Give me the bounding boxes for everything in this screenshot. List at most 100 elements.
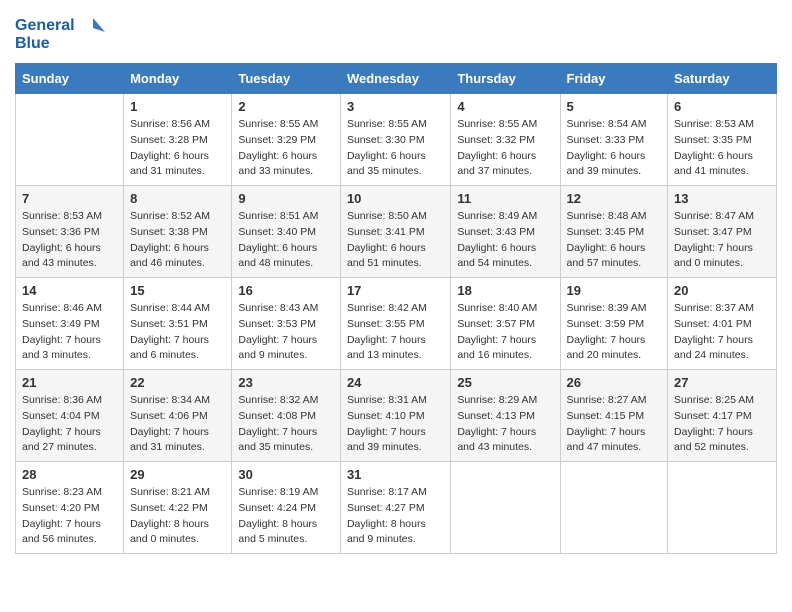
day-number: 11: [457, 191, 553, 206]
calendar-day-cell: 31 Sunrise: 8:17 AMSunset: 4:27 PMDayligh…: [340, 462, 450, 554]
day-info: Sunrise: 8:54 AMSunset: 3:33 PMDaylight:…: [567, 117, 662, 180]
day-number: 30: [238, 467, 334, 482]
day-info: Sunrise: 8:37 AMSunset: 4:01 PMDaylight:…: [674, 301, 770, 364]
calendar-day-cell: 30 Sunrise: 8:19 AMSunset: 4:24 PMDayligh…: [232, 462, 341, 554]
calendar-week-row: 28 Sunrise: 8:23 AMSunset: 4:20 PMDayligh…: [16, 462, 777, 554]
day-of-week-header: Sunday: [16, 64, 124, 94]
day-number: 7: [22, 191, 117, 206]
day-number: 1: [130, 99, 225, 114]
calendar-day-cell: 4Sunrise: 8:55 AMSunset: 3:32 PMDaylight…: [451, 94, 560, 186]
day-number: 22: [130, 375, 225, 390]
day-info: Sunrise: 8:48 AMSunset: 3:45 PMDaylight:…: [567, 209, 662, 272]
day-info: Sunrise: 8:19 AMSunset: 4:24 PMDaylight:…: [238, 485, 334, 548]
calendar-day-cell: 18 Sunrise: 8:40 AMSunset: 3:57 PMDayligh…: [451, 278, 560, 370]
day-number: 23: [238, 375, 334, 390]
calendar-day-cell: 29 Sunrise: 8:21 AMSunset: 4:22 PMDayligh…: [124, 462, 232, 554]
calendar-day-cell: [560, 462, 668, 554]
day-number: 14: [22, 283, 117, 298]
page-header: General Blue: [15, 10, 777, 55]
day-info: Sunrise: 8:53 AMSunset: 3:35 PMDaylight:…: [674, 117, 770, 180]
day-info: Sunrise: 8:27 AMSunset: 4:15 PMDaylight:…: [567, 393, 662, 456]
header-row: SundayMondayTuesdayWednesdayThursdayFrid…: [16, 64, 777, 94]
day-number: 4: [457, 99, 553, 114]
day-info: Sunrise: 8:56 AMSunset: 3:28 PMDaylight:…: [130, 117, 225, 180]
calendar-week-row: 1 Sunrise: 8:56 AMSunset: 3:28 PMDaylight…: [16, 94, 777, 186]
day-of-week-header: Saturday: [668, 64, 777, 94]
day-number: 29: [130, 467, 225, 482]
day-of-week-header: Thursday: [451, 64, 560, 94]
day-info: Sunrise: 8:55 AMSunset: 3:30 PMDaylight:…: [347, 117, 444, 180]
svg-text:General: General: [15, 17, 75, 34]
calendar-day-cell: 22Sunrise: 8:34 AMSunset: 4:06 PMDayligh…: [124, 370, 232, 462]
day-number: 13: [674, 191, 770, 206]
calendar-day-cell: 23 Sunrise: 8:32 AMSunset: 4:08 PMDayligh…: [232, 370, 341, 462]
calendar-table: SundayMondayTuesdayWednesdayThursdayFrid…: [15, 63, 777, 554]
day-of-week-header: Tuesday: [232, 64, 341, 94]
day-number: 17: [347, 283, 444, 298]
day-number: 25: [457, 375, 553, 390]
calendar-day-cell: [451, 462, 560, 554]
day-info: Sunrise: 8:43 AMSunset: 3:53 PMDaylight:…: [238, 301, 334, 364]
day-number: 19: [567, 283, 662, 298]
day-number: 18: [457, 283, 553, 298]
calendar-day-cell: 13 Sunrise: 8:47 AMSunset: 3:47 PMDayligh…: [668, 186, 777, 278]
day-number: 9: [238, 191, 334, 206]
day-of-week-header: Monday: [124, 64, 232, 94]
calendar-day-cell: 24Sunrise: 8:31 AMSunset: 4:10 PMDayligh…: [340, 370, 450, 462]
day-number: 5: [567, 99, 662, 114]
day-number: 16: [238, 283, 334, 298]
day-info: Sunrise: 8:46 AMSunset: 3:49 PMDaylight:…: [22, 301, 117, 364]
calendar-day-cell: 6Sunrise: 8:53 AMSunset: 3:35 PMDaylight…: [668, 94, 777, 186]
calendar-day-cell: 8 Sunrise: 8:52 AMSunset: 3:38 PMDaylight…: [124, 186, 232, 278]
day-info: Sunrise: 8:29 AMSunset: 4:13 PMDaylight:…: [457, 393, 553, 456]
calendar-week-row: 7 Sunrise: 8:53 AMSunset: 3:36 PMDaylight…: [16, 186, 777, 278]
day-info: Sunrise: 8:25 AMSunset: 4:17 PMDaylight:…: [674, 393, 770, 456]
day-info: Sunrise: 8:47 AMSunset: 3:47 PMDaylight:…: [674, 209, 770, 272]
calendar-day-cell: 27Sunrise: 8:25 AMSunset: 4:17 PMDayligh…: [668, 370, 777, 462]
day-info: Sunrise: 8:32 AMSunset: 4:08 PMDaylight:…: [238, 393, 334, 456]
calendar-day-cell: 10 Sunrise: 8:50 AMSunset: 3:41 PMDayligh…: [340, 186, 450, 278]
calendar-day-cell: 19 Sunrise: 8:39 AMSunset: 3:59 PMDayligh…: [560, 278, 668, 370]
day-info: Sunrise: 8:39 AMSunset: 3:59 PMDaylight:…: [567, 301, 662, 364]
day-number: 2: [238, 99, 334, 114]
calendar-day-cell: 2 Sunrise: 8:55 AMSunset: 3:29 PMDaylight…: [232, 94, 341, 186]
day-number: 20: [674, 283, 770, 298]
calendar-day-cell: 1 Sunrise: 8:56 AMSunset: 3:28 PMDaylight…: [124, 94, 232, 186]
calendar-day-cell: 12 Sunrise: 8:48 AMSunset: 3:45 PMDayligh…: [560, 186, 668, 278]
day-info: Sunrise: 8:42 AMSunset: 3:55 PMDaylight:…: [347, 301, 444, 364]
day-info: Sunrise: 8:44 AMSunset: 3:51 PMDaylight:…: [130, 301, 225, 364]
day-info: Sunrise: 8:21 AMSunset: 4:22 PMDaylight:…: [130, 485, 225, 548]
day-info: Sunrise: 8:23 AMSunset: 4:20 PMDaylight:…: [22, 485, 117, 548]
day-number: 26: [567, 375, 662, 390]
day-info: Sunrise: 8:40 AMSunset: 3:57 PMDaylight:…: [457, 301, 553, 364]
day-number: 8: [130, 191, 225, 206]
day-number: 21: [22, 375, 117, 390]
day-info: Sunrise: 8:53 AMSunset: 3:36 PMDaylight:…: [22, 209, 117, 272]
calendar-day-cell: 5 Sunrise: 8:54 AMSunset: 3:33 PMDaylight…: [560, 94, 668, 186]
day-info: Sunrise: 8:55 AMSunset: 3:29 PMDaylight:…: [238, 117, 334, 180]
calendar-day-cell: [668, 462, 777, 554]
day-info: Sunrise: 8:31 AMSunset: 4:10 PMDaylight:…: [347, 393, 444, 456]
day-number: 28: [22, 467, 117, 482]
day-info: Sunrise: 8:51 AMSunset: 3:40 PMDaylight:…: [238, 209, 334, 272]
day-number: 15: [130, 283, 225, 298]
calendar-day-cell: 28 Sunrise: 8:23 AMSunset: 4:20 PMDayligh…: [16, 462, 124, 554]
day-number: 12: [567, 191, 662, 206]
logo: General Blue: [15, 10, 105, 55]
day-number: 3: [347, 99, 444, 114]
day-info: Sunrise: 8:52 AMSunset: 3:38 PMDaylight:…: [130, 209, 225, 272]
day-number: 31: [347, 467, 444, 482]
day-info: Sunrise: 8:50 AMSunset: 3:41 PMDaylight:…: [347, 209, 444, 272]
day-info: Sunrise: 8:36 AMSunset: 4:04 PMDaylight:…: [22, 393, 117, 456]
calendar-day-cell: 15 Sunrise: 8:44 AMSunset: 3:51 PMDayligh…: [124, 278, 232, 370]
day-info: Sunrise: 8:17 AMSunset: 4:27 PMDaylight:…: [347, 485, 444, 548]
calendar-day-cell: 26 Sunrise: 8:27 AMSunset: 4:15 PMDayligh…: [560, 370, 668, 462]
day-info: Sunrise: 8:49 AMSunset: 3:43 PMDaylight:…: [457, 209, 553, 272]
calendar-day-cell: 25 Sunrise: 8:29 AMSunset: 4:13 PMDayligh…: [451, 370, 560, 462]
day-number: 10: [347, 191, 444, 206]
day-of-week-header: Friday: [560, 64, 668, 94]
logo-svg: General Blue: [15, 10, 105, 55]
calendar-day-cell: 14 Sunrise: 8:46 AMSunset: 3:49 PMDayligh…: [16, 278, 124, 370]
calendar-day-cell: 9 Sunrise: 8:51 AMSunset: 3:40 PMDaylight…: [232, 186, 341, 278]
calendar-week-row: 14 Sunrise: 8:46 AMSunset: 3:49 PMDayligh…: [16, 278, 777, 370]
